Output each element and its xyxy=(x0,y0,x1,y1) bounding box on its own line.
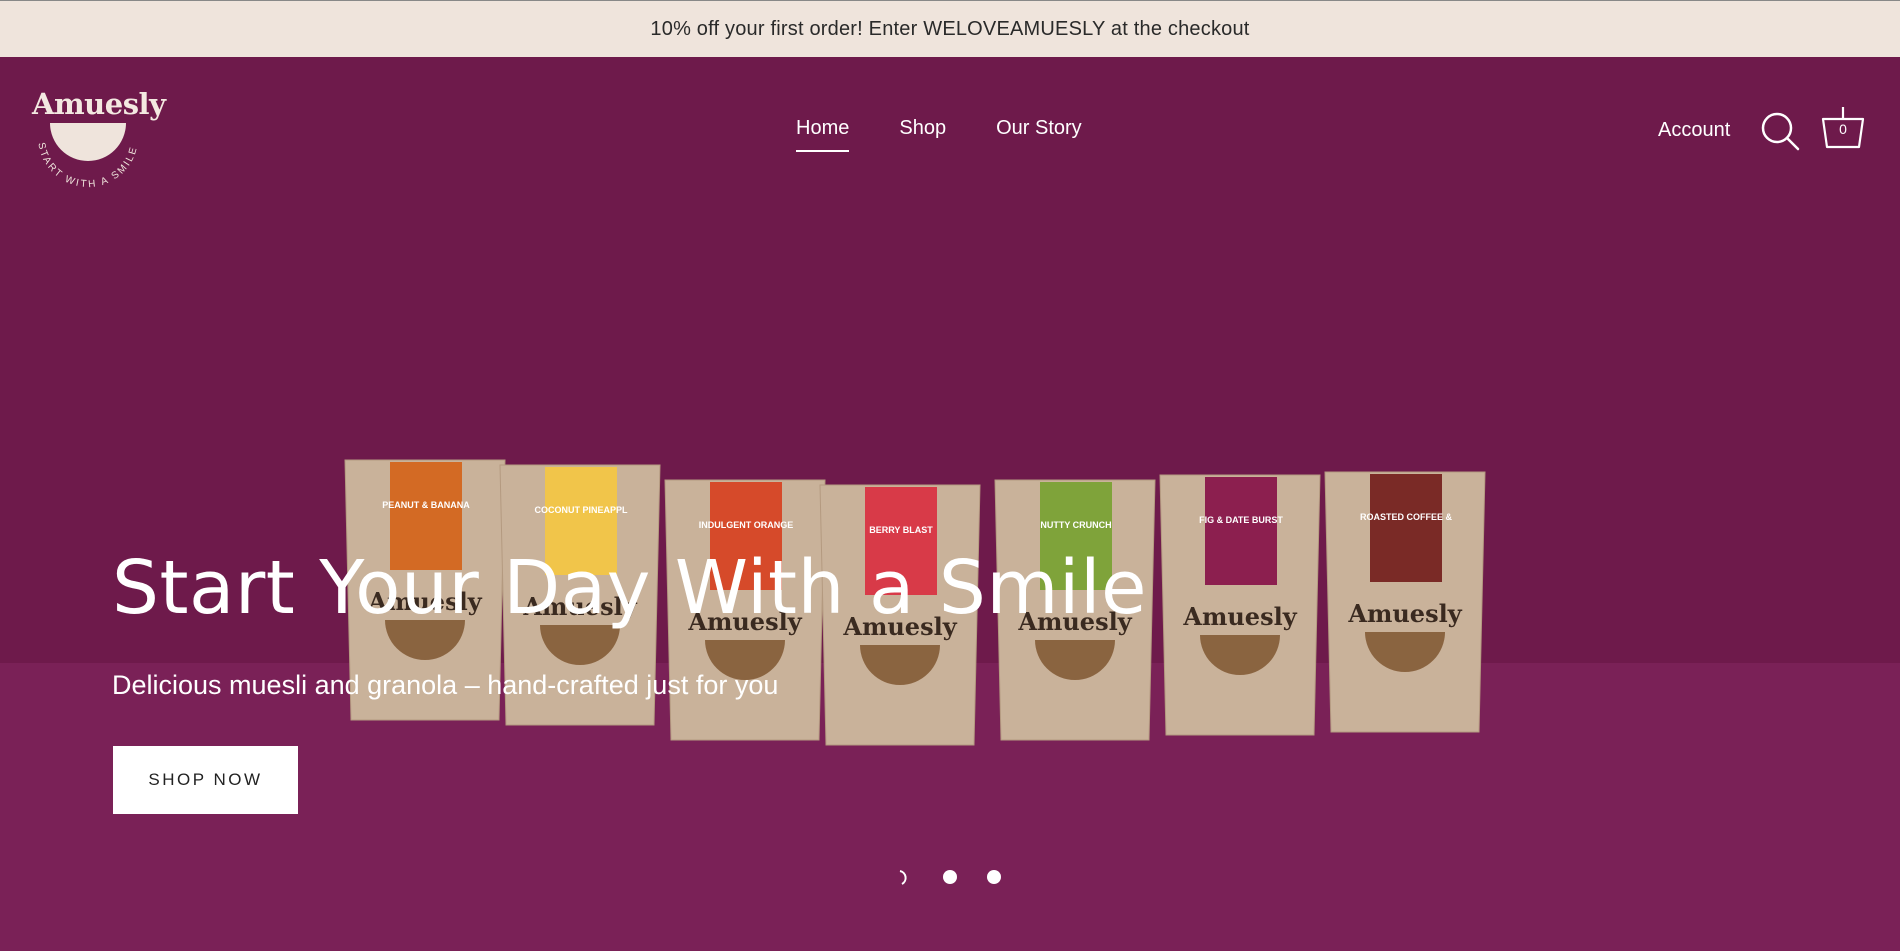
nav-our-story[interactable]: Our Story xyxy=(996,117,1082,152)
cart-count: 0 xyxy=(1839,121,1847,137)
bag-brand-name: Amuesly xyxy=(1347,599,1462,628)
brand-logo[interactable]: Amuesly START WITH A SMILE xyxy=(30,87,166,195)
announcement-text: 10% off your first order! Enter WELOVEAM… xyxy=(650,17,1250,40)
product-bag: FIG & DATE BURST Amuesly xyxy=(1159,474,1321,736)
product-name: COCONUT PINEAPPL xyxy=(534,505,628,515)
slide-dot-2[interactable] xyxy=(943,870,957,884)
product-name: BERRY BLAST xyxy=(869,525,933,535)
logo-smile-icon: START WITH A SMILE xyxy=(35,123,138,190)
hero-headline: Start Your Day With a Smile xyxy=(112,545,1148,631)
main-nav: Home Shop Our Story xyxy=(796,117,1082,152)
product-bag: ROASTED COFFEE & Amuesly xyxy=(1324,471,1486,733)
slide-dot-3[interactable] xyxy=(987,870,1001,884)
bag-brand-name: Amuesly xyxy=(1182,602,1297,631)
search-icon[interactable] xyxy=(1760,111,1800,151)
announcement-bar: 10% off your first order! Enter WELOVEAM… xyxy=(0,0,1900,57)
account-link[interactable]: Account xyxy=(1658,119,1730,142)
shop-now-button[interactable]: SHOP NOW xyxy=(113,746,298,814)
nav-home[interactable]: Home xyxy=(796,117,850,152)
product-name: PEANUT & BANANA xyxy=(382,500,470,510)
product-name: NUTTY CRUNCH xyxy=(1040,520,1111,530)
nav-shop[interactable]: Shop xyxy=(899,117,946,152)
product-name: INDULGENT ORANGE xyxy=(699,520,794,530)
site-header: Amuesly START WITH A SMILE Home Shop Our… xyxy=(0,57,1900,207)
slide-dot-1[interactable] xyxy=(896,869,912,885)
hero-subheadline: Delicious muesli and granola – hand-craf… xyxy=(112,670,779,700)
product-name: ROASTED COFFEE & xyxy=(1360,512,1453,522)
product-name: FIG & DATE BURST xyxy=(1199,515,1283,525)
slide-indicators xyxy=(896,869,1006,889)
